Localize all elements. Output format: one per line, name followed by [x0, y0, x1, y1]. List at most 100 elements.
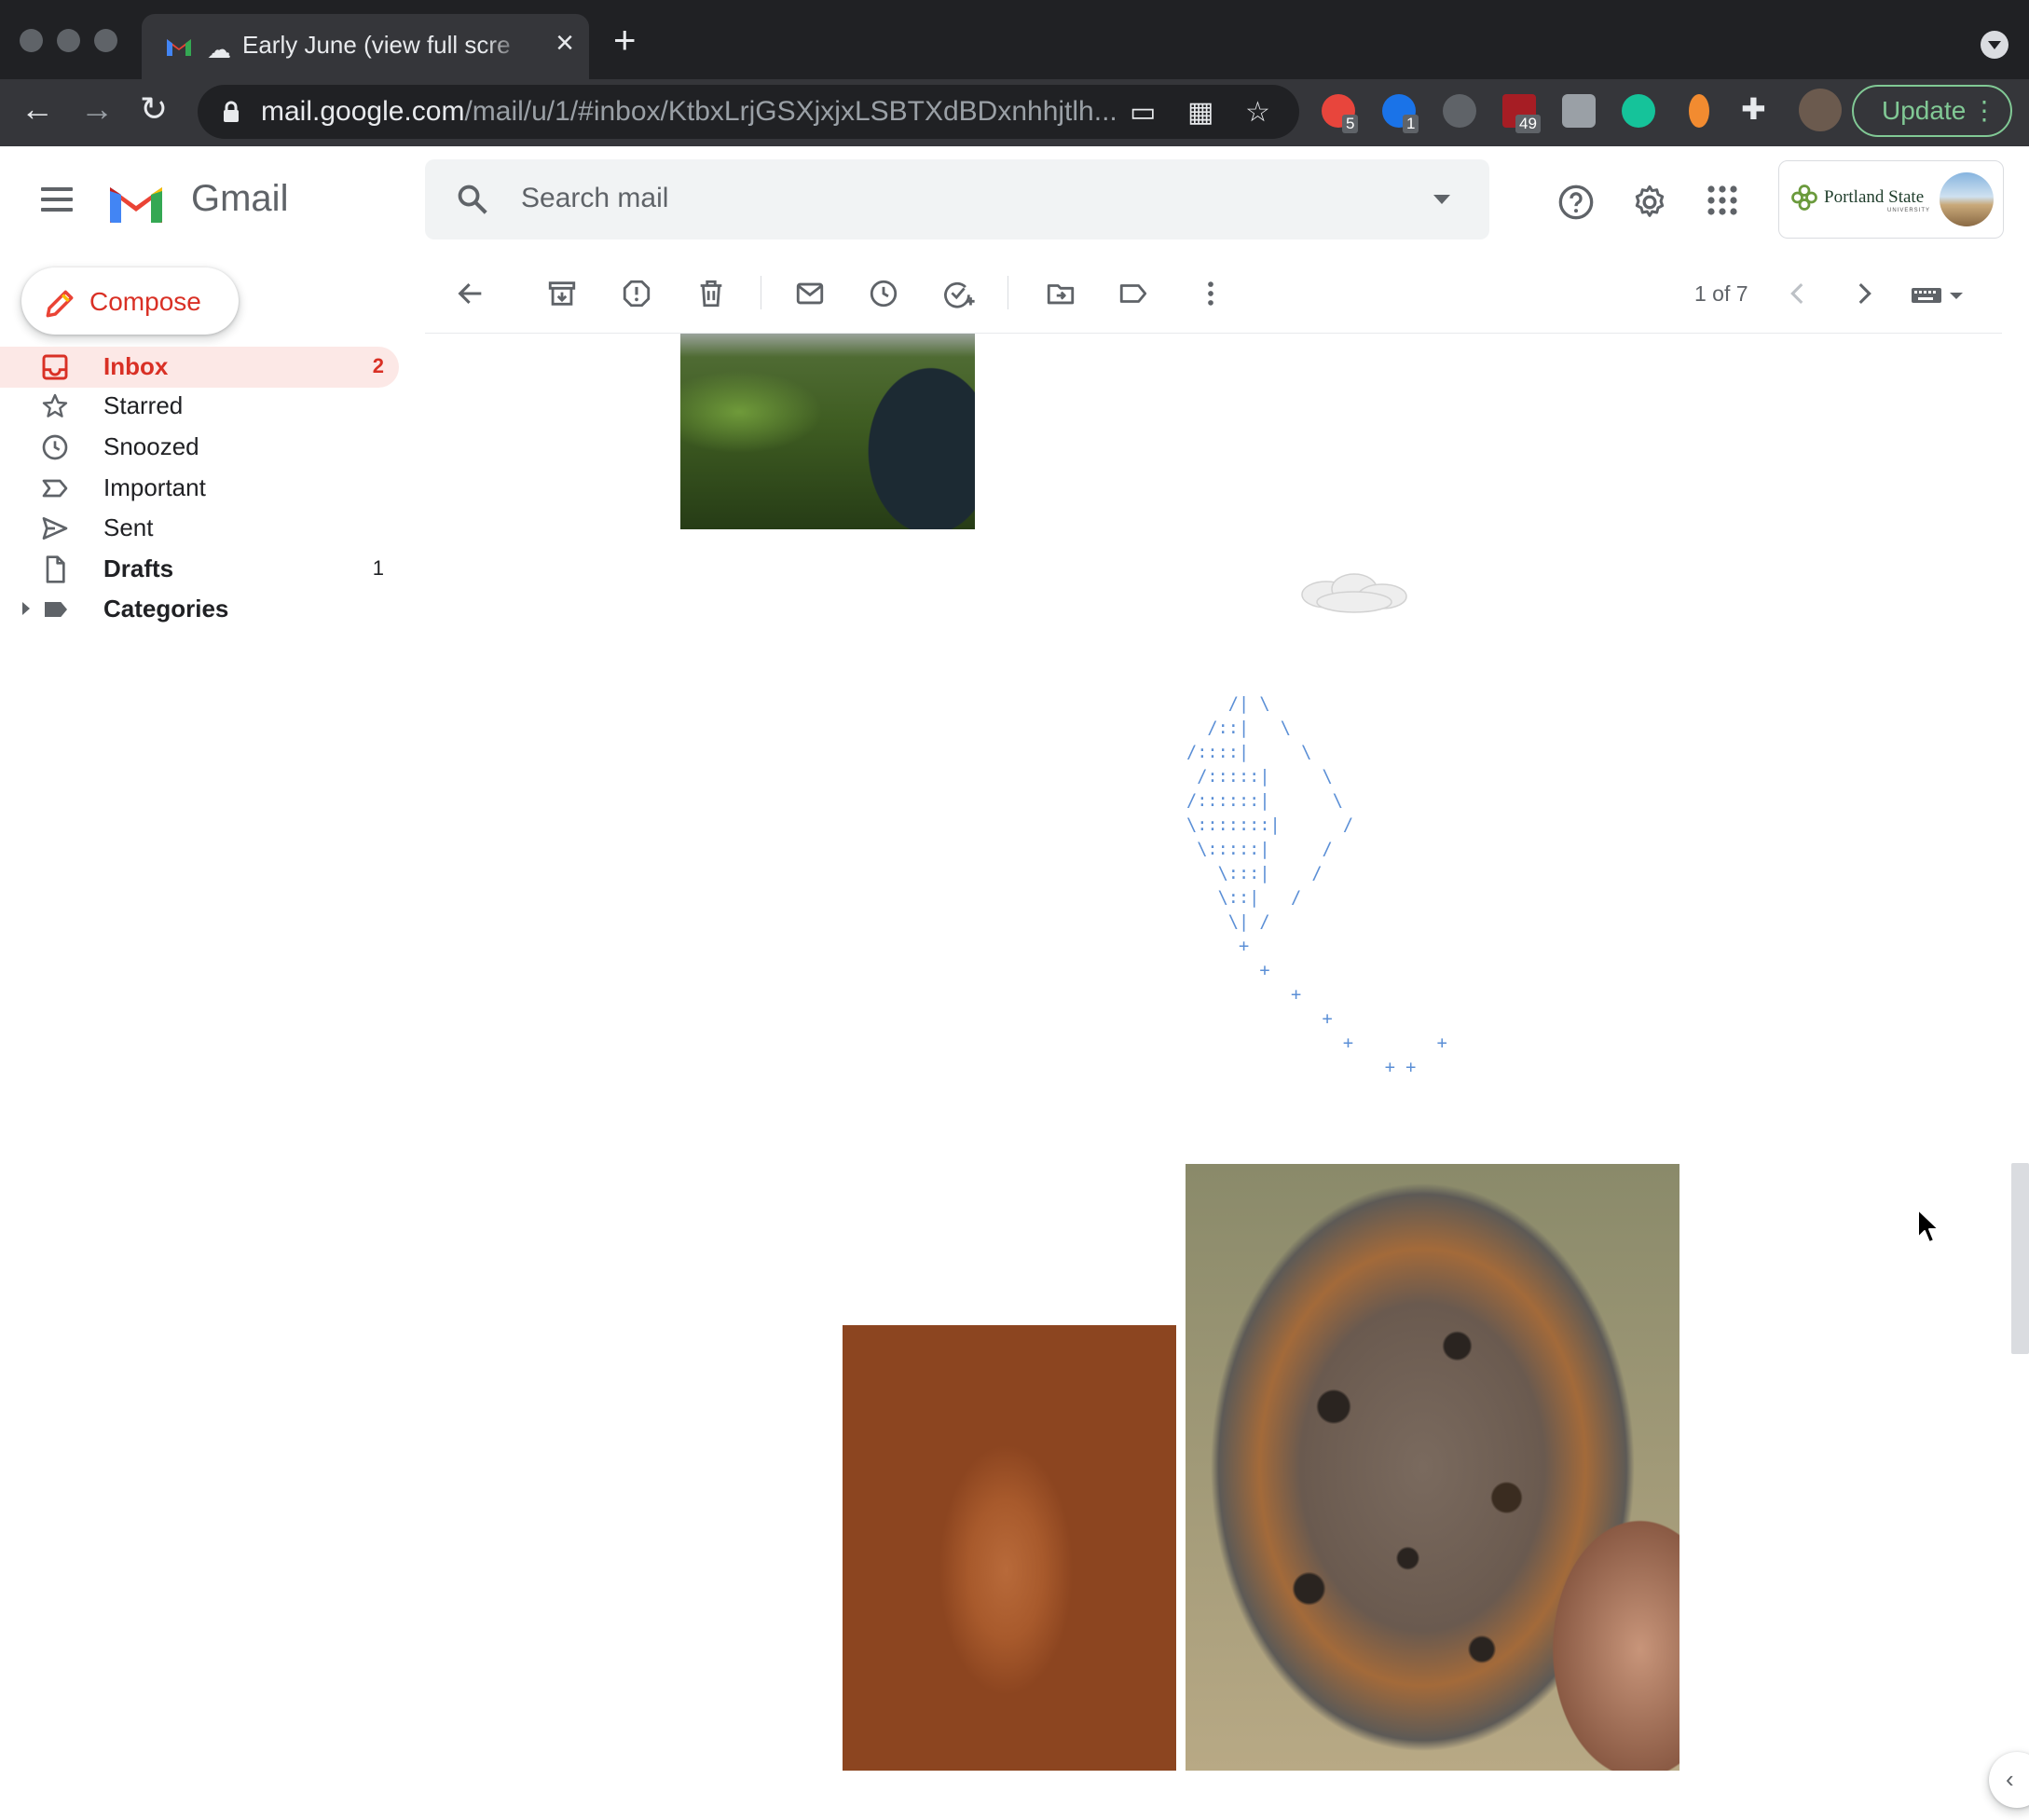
lock-icon[interactable] [222, 101, 240, 123]
window-zoom-button[interactable] [94, 29, 117, 52]
tab-close-icon[interactable]: × [555, 25, 574, 62]
organization-subtitle: UNIVERSITY [1887, 208, 1931, 213]
input-tools-keyboard-icon[interactable] [1911, 285, 1965, 306]
search-icon[interactable] [455, 182, 490, 217]
new-tab-icon[interactable]: + [613, 21, 637, 60]
star-icon [42, 393, 68, 417]
pinterest-extension-icon[interactable] [1443, 94, 1476, 128]
gmail-header: Gmail Search mail Portland State UNIVERS… [0, 146, 2029, 253]
send-icon [42, 517, 68, 540]
gmail-logo-icon[interactable] [106, 180, 166, 225]
search-placeholder: Search mail [521, 183, 669, 213]
bookmark-star-icon[interactable]: ☆ [1245, 96, 1270, 129]
older-chevron-right-icon[interactable] [1848, 278, 1880, 309]
account-avatar[interactable] [1940, 172, 1994, 226]
browser-toolbar: ← → ↻ mail.google.com/mail/u/1/#inbox/Kt… [0, 79, 2029, 146]
ghostery-extension-icon[interactable]: 1 [1382, 94, 1419, 133]
clock-icon [42, 434, 68, 460]
sidebar-item-inbox[interactable]: Inbox 2 [0, 347, 399, 388]
compose-pencil-icon [46, 290, 74, 318]
delete-trash-icon[interactable] [695, 278, 727, 309]
organization-logo: Portland State UNIVERSITY [1790, 184, 1940, 215]
reload-icon[interactable]: ↻ [140, 92, 168, 126]
ascii-art-text: /| \ /::| \ /::::| \ /:::::| \ /::::::| … [1186, 694, 1447, 1077]
sidebar-item-snoozed[interactable]: Snoozed [0, 427, 399, 468]
sidebar-item-label: Drafts [103, 554, 174, 582]
snooze-clock-icon[interactable] [868, 278, 899, 309]
window-close-button[interactable] [20, 29, 43, 52]
profile-avatar[interactable] [1799, 89, 1842, 131]
mark-unread-icon[interactable] [794, 278, 826, 309]
address-bar[interactable]: mail.google.com/mail/u/1/#inbox/KtbxLrjG… [198, 85, 1299, 139]
add-to-tasks-icon[interactable] [942, 278, 976, 309]
label-tag-icon[interactable] [1117, 278, 1150, 309]
url-text[interactable]: mail.google.com/mail/u/1/#inbox/KtbxLrjG… [261, 96, 1117, 128]
ublock-extension-icon[interactable]: 49 [1502, 94, 1541, 133]
extensions-puzzle-icon[interactable]: ✚ [1741, 94, 1766, 124]
sidebar-item-label: Categories [103, 595, 229, 623]
side-panel-toggle-button[interactable]: ‹ [1989, 1752, 2029, 1808]
sidebar-item-categories[interactable]: Categories [0, 589, 399, 630]
sidebar-item-label: Sent [103, 513, 154, 541]
chevron-left-icon: ‹ [2006, 1765, 2014, 1793]
compose-label: Compose [89, 287, 201, 316]
browser-chrome: ☁ Early June (view full scre × + ← → ↻ m… [0, 0, 2029, 146]
unread-count: 2 [372, 354, 384, 377]
main-menu-icon[interactable] [41, 187, 73, 212]
sidebar-item-label: Inbox [103, 352, 169, 380]
back-to-inbox-icon[interactable] [455, 278, 487, 309]
back-icon[interactable]: ← [21, 92, 54, 126]
cloud-emoji-icon: ☁ [207, 35, 231, 63]
sidebar-item-starred[interactable]: Starred [0, 386, 399, 427]
honey-extension-icon[interactable] [1689, 94, 1709, 128]
search-options-icon[interactable] [1433, 195, 1450, 204]
attached-photo-garden[interactable] [680, 334, 975, 529]
organization-name: Portland State [1824, 187, 1925, 207]
apps-grid-icon[interactable] [1706, 184, 1739, 217]
search-input[interactable]: Search mail [425, 159, 1489, 239]
report-spam-icon[interactable] [621, 278, 652, 309]
browser-menu-icon[interactable]: ⋮ [1971, 87, 1997, 135]
move-to-folder-icon[interactable] [1044, 278, 1077, 309]
sidebar-item-drafts[interactable]: Drafts 1 [0, 549, 399, 590]
window-minimize-button[interactable] [57, 29, 80, 52]
newer-chevron-left-icon[interactable] [1782, 278, 1814, 309]
help-icon[interactable] [1557, 184, 1595, 221]
page-scrollbar-thumb[interactable] [2011, 1163, 2029, 1354]
label-important-icon [42, 479, 68, 498]
settings-gear-icon[interactable] [1631, 184, 1668, 221]
psu-logo-icon [1791, 185, 1817, 211]
extension-badge: 1 [1403, 115, 1419, 133]
gmail-wordmark: Gmail [191, 178, 289, 219]
attached-photo-egg[interactable] [843, 1325, 1176, 1771]
pagination-text: 1 of 7 [1694, 281, 1748, 306]
account-switcher[interactable]: Portland State UNIVERSITY [1778, 160, 2004, 239]
adblock-extension-icon[interactable]: 5 [1322, 94, 1359, 133]
tab-search-icon[interactable] [1981, 31, 2008, 59]
hypothesis-extension-icon[interactable] [1562, 94, 1596, 128]
gmail-favicon-icon [167, 39, 191, 56]
browser-tab-active[interactable]: ☁ Early June (view full scre × [142, 14, 589, 79]
message-toolbar: 1 of 7 [425, 253, 2002, 334]
sidebar-item-label: Important [103, 473, 206, 501]
more-options-icon[interactable] [1195, 278, 1227, 309]
mouse-cursor-icon [1917, 1209, 1940, 1243]
sidebar-item-important[interactable]: Important [0, 468, 399, 509]
label-icon [45, 602, 67, 617]
sidebar-item-label: Snoozed [103, 432, 199, 460]
forward-icon[interactable]: → [80, 92, 114, 126]
attached-photo-rock[interactable] [1186, 1164, 1679, 1771]
archive-icon[interactable] [546, 278, 578, 309]
expand-arrow-icon[interactable] [22, 602, 30, 615]
grammarly-extension-icon[interactable] [1622, 94, 1655, 128]
sidebar-item-sent[interactable]: Sent [0, 508, 399, 549]
inbox-icon [42, 354, 68, 380]
sidebar-item-label: Starred [103, 391, 184, 419]
update-label: Update [1882, 96, 1967, 125]
update-button[interactable]: Update ⋮ [1852, 85, 2012, 137]
draft-icon [46, 555, 65, 583]
qr-code-icon[interactable]: ▦ [1187, 96, 1213, 129]
compose-button[interactable]: Compose [21, 267, 239, 335]
cast-icon[interactable]: ▭ [1130, 96, 1156, 129]
extension-badge: 49 [1515, 115, 1541, 133]
